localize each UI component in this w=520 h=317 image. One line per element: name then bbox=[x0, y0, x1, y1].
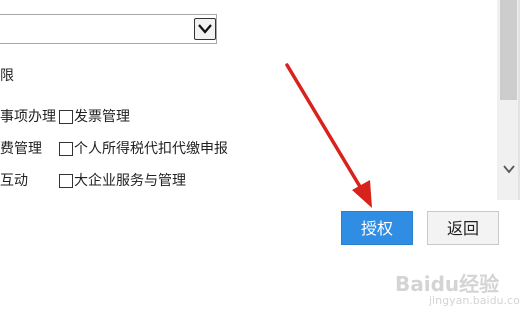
watermark-url: jingyan.baidu.com bbox=[429, 294, 520, 307]
watermark: Baidu经验 jingyan.baidu.com bbox=[395, 268, 520, 312]
watermark-brand: Baidu经验 bbox=[395, 272, 500, 296]
